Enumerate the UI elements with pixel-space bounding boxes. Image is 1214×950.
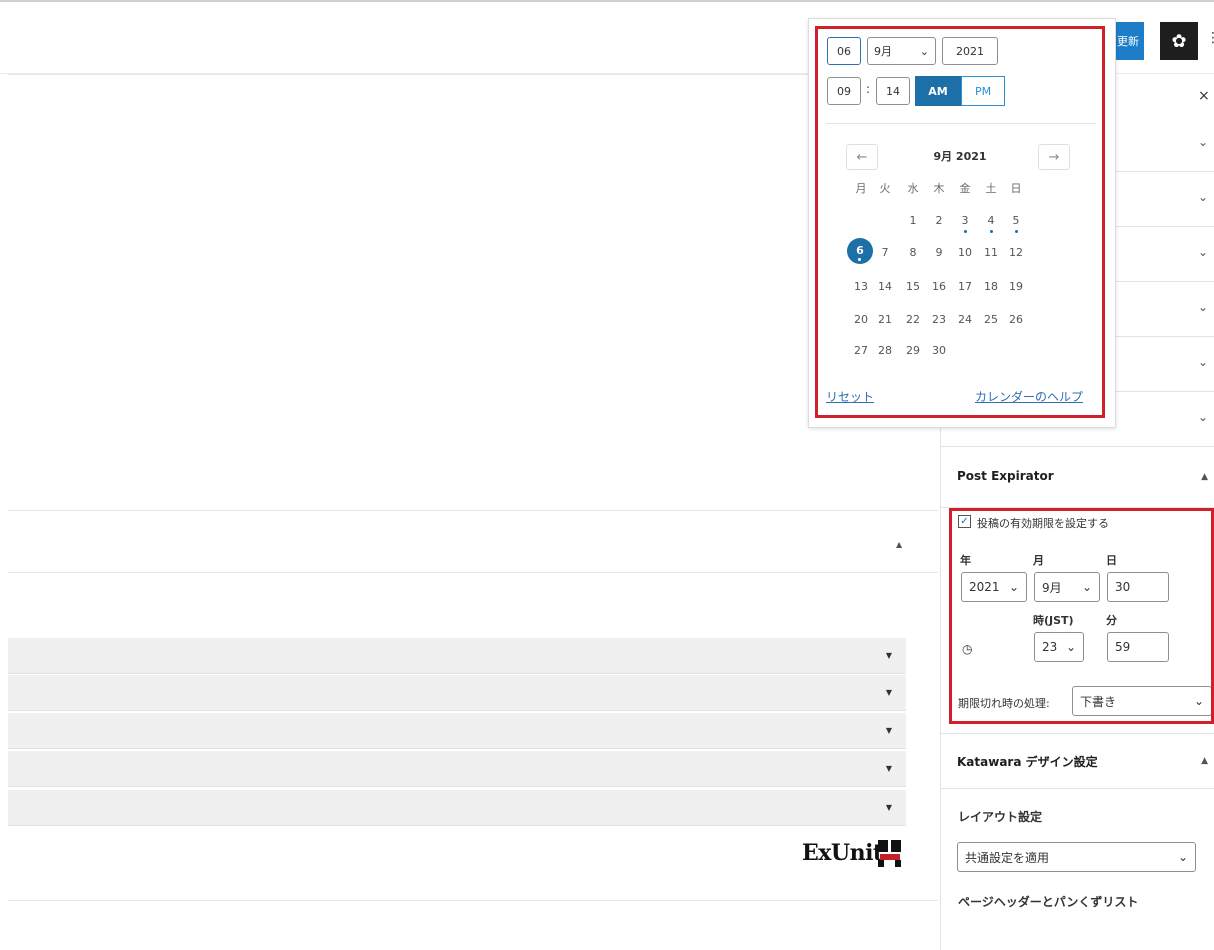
- settings-button[interactable]: ✿: [1160, 22, 1198, 60]
- update-button[interactable]: 更新: [1112, 22, 1144, 60]
- meta-box-row[interactable]: ▼: [8, 713, 906, 749]
- chevron-down-icon: ⌄: [1197, 410, 1208, 424]
- exunit-logo-mark: [878, 840, 901, 867]
- post-expirator-title: Post Expirator: [957, 469, 1054, 483]
- calendar-help-link[interactable]: カレンダーのヘルプ: [975, 388, 1083, 405]
- divider: [8, 74, 808, 75]
- datepicker-highlight-box: [815, 26, 1105, 418]
- expirator-highlight-box: [949, 508, 1214, 724]
- meta-box-row[interactable]: ▼: [8, 790, 906, 826]
- chevron-up-icon: ▲: [1201, 756, 1208, 766]
- katawara-panel-header[interactable]: Katawara デザイン設定 ▲: [941, 733, 1214, 789]
- chevron-down-icon: ⌄: [1197, 355, 1208, 369]
- chevron-down-icon: ⌄: [1197, 300, 1208, 314]
- chevron-down-icon: ⌄: [1197, 135, 1208, 149]
- post-expirator-panel-header[interactable]: Post Expirator ▲: [941, 450, 1214, 508]
- gear-icon: ✿: [1171, 30, 1187, 51]
- chevron-up-icon: ▲: [1201, 472, 1208, 482]
- chevron-down-icon: ⌄: [1177, 850, 1188, 864]
- page-header-heading: ページヘッダーとパンくずリスト: [958, 895, 1139, 909]
- layout-select[interactable]: 共通設定を適用 ⌄: [957, 842, 1196, 872]
- caret-down-icon: ▼: [885, 688, 892, 697]
- divider: [8, 510, 938, 511]
- chevron-down-icon: ⌄: [1197, 245, 1208, 259]
- sidebar-fade: [941, 912, 1214, 950]
- layout-value: 共通設定を適用: [965, 850, 1050, 865]
- chevron-down-icon: ⌄: [1197, 190, 1208, 204]
- katawara-title: Katawara デザイン設定: [957, 755, 1098, 769]
- meta-box-row[interactable]: ▼: [8, 675, 906, 711]
- meta-box-row[interactable]: ▼: [8, 751, 906, 787]
- divider: [8, 572, 938, 573]
- close-icon[interactable]: ×: [1198, 88, 1210, 104]
- caret-down-icon: ▼: [885, 803, 892, 812]
- caret-down-icon: ▼: [885, 726, 892, 735]
- layout-heading: レイアウト設定: [958, 810, 1043, 824]
- vertical-ellipsis-icon[interactable]: ⋮: [1206, 30, 1214, 50]
- meta-box-row[interactable]: ▼: [8, 638, 906, 674]
- caret-down-icon: ▼: [885, 651, 892, 660]
- caret-up-icon[interactable]: ▲: [896, 540, 902, 549]
- reset-link[interactable]: リセット: [826, 388, 874, 405]
- divider: [8, 900, 938, 901]
- exunit-logo: ExUnit: [802, 840, 883, 866]
- caret-down-icon: ▼: [885, 764, 892, 773]
